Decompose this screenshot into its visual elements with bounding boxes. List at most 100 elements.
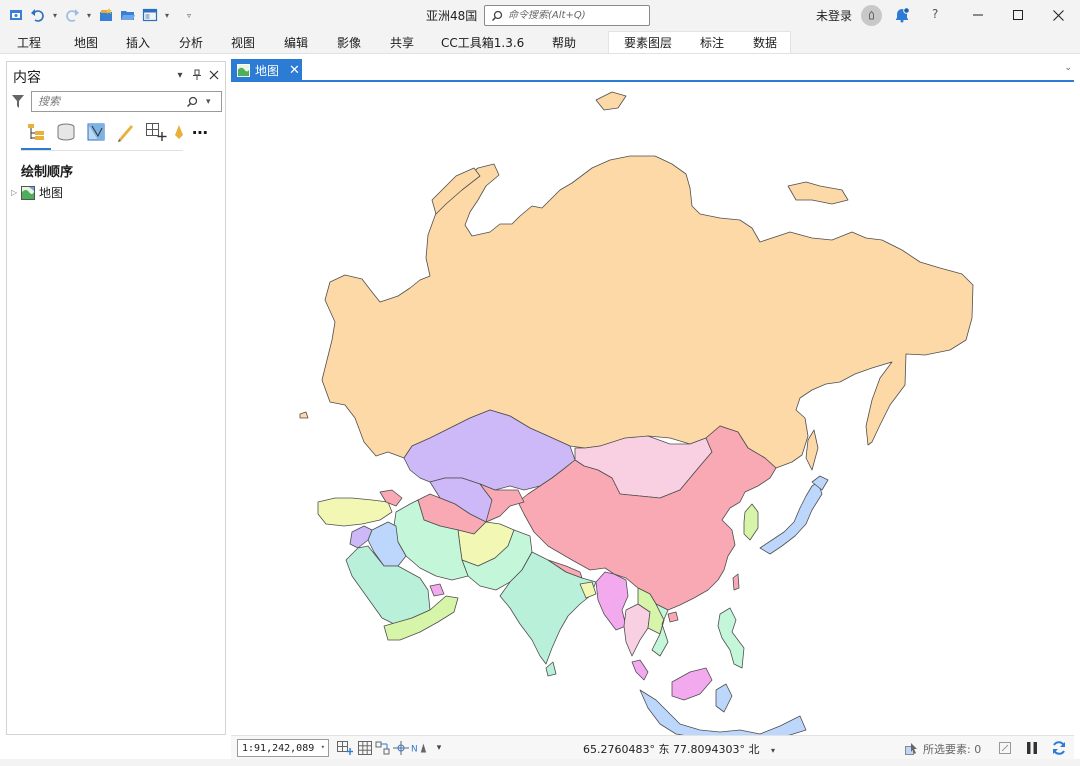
grid-add-icon[interactable]: [337, 740, 353, 756]
contents-pane-title: 内容: [13, 70, 41, 86]
country-turkey[interactable]: [317, 497, 393, 527]
open-project-icon[interactable]: [118, 5, 138, 25]
tab-view[interactable]: 视图: [231, 34, 255, 51]
contents-view-toolbar: ⋯: [21, 120, 213, 144]
layout-dropdown-icon[interactable]: ▾: [162, 11, 172, 20]
editing-icon[interactable]: [111, 120, 141, 144]
selected-features[interactable]: 所选要素: 0: [905, 741, 981, 757]
coordinate-format-dropdown-icon[interactable]: ▾: [771, 746, 775, 755]
maximize-icon: [1013, 10, 1023, 20]
country-korea[interactable]: [743, 503, 759, 541]
tab-help[interactable]: 帮助: [552, 34, 576, 51]
scale-selector[interactable]: 1:91,242,089 ▾: [237, 739, 329, 757]
refresh-view-small-icon[interactable]: [997, 740, 1013, 756]
project-home-icon[interactable]: [6, 5, 26, 25]
tab-list-dropdown-icon[interactable]: ⌄: [1064, 63, 1072, 73]
data-source-icon[interactable]: [51, 120, 81, 144]
minimize-icon: [973, 14, 983, 16]
contents-pane: 内容 ▾ ▾ ⋯ 绘制顺序: [6, 61, 226, 735]
tab-insert[interactable]: 插入: [126, 34, 150, 51]
close-icon: [1052, 9, 1064, 21]
toolbar-divider: [21, 150, 183, 151]
pause-drawing-icon[interactable]: [1024, 740, 1040, 756]
tab-cc-toolbox[interactable]: CC工具箱1.3.6: [441, 34, 524, 51]
snapping-icon[interactable]: [141, 120, 171, 144]
user-area[interactable]: 未登录: [816, 5, 883, 26]
tab-data[interactable]: 数据: [753, 34, 777, 51]
island-sri-lanka: [545, 661, 557, 677]
close-pane-icon[interactable]: [207, 68, 221, 82]
notification-bell-icon[interactable]: [894, 7, 910, 23]
status-bar: 1:91,242,089 ▾ N ▾ 65.2760483° 东 77.8094…: [231, 735, 1074, 759]
search-icon: [491, 10, 503, 21]
svg-text:N: N: [411, 745, 418, 755]
tab-map-view[interactable]: 地图 ✕: [231, 59, 302, 81]
country-syria[interactable]: [349, 525, 373, 549]
tab-edit[interactable]: 编辑: [284, 34, 308, 51]
drawing-order-icon[interactable]: [21, 120, 51, 144]
user-icon: [869, 10, 875, 20]
tab-imagery[interactable]: 影像: [337, 34, 361, 51]
filter-icon[interactable]: [12, 95, 24, 112]
country-japan[interactable]: [759, 481, 823, 555]
labeling-icon[interactable]: [171, 120, 187, 144]
country-malaysia[interactable]: [631, 659, 649, 681]
tab-project[interactable]: 工程: [17, 34, 41, 51]
refresh-icon[interactable]: [1051, 740, 1067, 756]
minimize-button[interactable]: [968, 5, 988, 25]
country-uae[interactable]: [429, 583, 445, 597]
redo-dropdown-icon[interactable]: ▾: [84, 11, 94, 20]
crosshair-icon[interactable]: [393, 740, 409, 756]
command-search-input[interactable]: [508, 10, 648, 21]
tree-item-map[interactable]: ▷ 地图: [11, 184, 63, 201]
selected-features-count: 所选要素: 0: [923, 743, 982, 756]
customize-toolbar-icon[interactable]: ▿: [184, 11, 194, 20]
island-new-siberian: [787, 181, 849, 205]
window-layout-icon[interactable]: [140, 5, 160, 25]
search-icon: [186, 96, 198, 107]
country-myanmar[interactable]: [595, 571, 629, 631]
select-features-icon: [905, 743, 917, 755]
window-bottom-edge: [0, 759, 1080, 766]
snap-grid-icon[interactable]: [375, 740, 391, 756]
expand-arrow-icon[interactable]: ▷: [11, 188, 21, 197]
island-wrangel: [299, 411, 309, 419]
country-philippines[interactable]: [717, 607, 745, 669]
scale-dropdown-icon[interactable]: ▾: [321, 743, 325, 751]
selection-icon[interactable]: [81, 120, 111, 144]
tab-share[interactable]: 共享: [390, 34, 414, 51]
sign-in-status[interactable]: 未登录: [816, 7, 852, 24]
command-search-box[interactable]: [484, 5, 650, 26]
pin-icon[interactable]: [190, 68, 204, 82]
drawing-order-heading: 绘制顺序: [21, 165, 74, 180]
map-icon: [237, 63, 250, 77]
window-title: 亚洲48国: [426, 9, 478, 23]
contents-search-box[interactable]: ▾: [31, 91, 222, 112]
country-russia[interactable]: [321, 155, 974, 469]
avatar[interactable]: [861, 5, 883, 26]
tab-feature-layer[interactable]: 要素图层: [624, 34, 672, 51]
country-thailand[interactable]: [623, 603, 651, 657]
tab-map[interactable]: 地图: [74, 34, 98, 51]
new-project-icon[interactable]: [96, 5, 116, 25]
grid-icon[interactable]: [357, 740, 373, 756]
map-tab-label: 地图: [255, 63, 280, 78]
pane-options-icon[interactable]: ▾: [173, 68, 187, 82]
contents-search-input[interactable]: [38, 95, 186, 108]
close-tab-icon[interactable]: ✕: [289, 63, 300, 78]
tab-analysis[interactable]: 分析: [179, 34, 203, 51]
redo-icon[interactable]: [62, 5, 82, 25]
map-canvas[interactable]: [231, 82, 1074, 735]
maximize-button[interactable]: [1008, 5, 1028, 25]
country-borneo[interactable]: [671, 667, 713, 701]
search-options-icon[interactable]: ▾: [206, 97, 211, 107]
tools-dropdown-icon[interactable]: ▾: [431, 740, 447, 756]
more-options-icon[interactable]: ⋯: [187, 120, 213, 144]
close-button[interactable]: [1048, 5, 1068, 25]
north-arrow-icon[interactable]: N: [411, 740, 427, 756]
undo-dropdown-icon[interactable]: ▾: [50, 11, 60, 20]
undo-icon[interactable]: [28, 5, 48, 25]
cursor-coordinates: 65.2760483° 东 77.8094303° 北 ▾: [583, 741, 775, 757]
tab-labeling[interactable]: 标注: [700, 34, 724, 51]
help-button[interactable]: ?: [932, 7, 938, 21]
